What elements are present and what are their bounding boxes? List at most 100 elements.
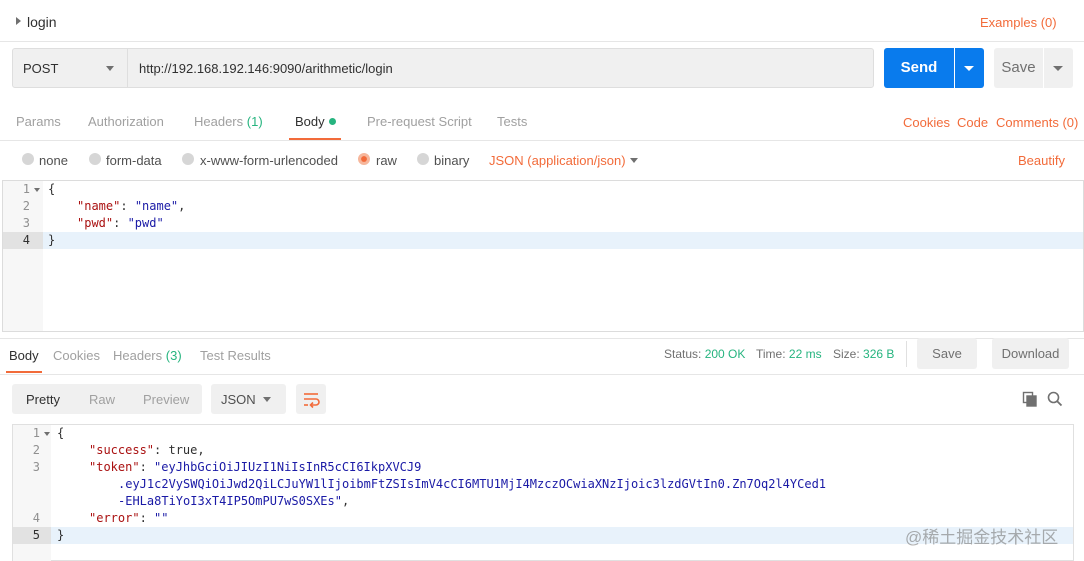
time-label: Time:: [756, 347, 786, 361]
line-number: 4: [32, 511, 40, 525]
code-link[interactable]: Code: [957, 115, 988, 130]
wrap-lines-button[interactable]: [296, 384, 326, 414]
json-sep: :: [113, 216, 128, 230]
method-label: POST: [23, 61, 59, 76]
json-sep: ,: [341, 494, 350, 508]
response-tab-headers-label: Headers: [113, 348, 163, 363]
line-number: 2: [22, 199, 30, 213]
response-tab-cookies[interactable]: Cookies: [53, 348, 100, 363]
divider: [0, 374, 1084, 375]
body-indicator-dot: [329, 118, 336, 125]
size-value: 326 B: [863, 347, 895, 361]
code-line: "name": "name",: [77, 199, 185, 213]
radio-form-data-label: form-data: [106, 153, 162, 168]
status-label: Status:: [664, 347, 702, 361]
code-line-wrapped: .eyJ1c2VySWQiOiJwd2QiLCJuYW1lIjoibmFtZSI…: [118, 477, 827, 491]
code-line-wrapped: -EHLa8TiYoI3xT4IP5OmPU7wS0SXEs",: [118, 494, 349, 508]
tab-body[interactable]: Body: [295, 114, 325, 129]
response-tab-body[interactable]: Body: [9, 348, 39, 363]
code-line: "token": "eyJhbGciOiJIUzI1NiIsInR5cCI6Ik…: [89, 460, 421, 474]
tab-prerequest-script[interactable]: Pre-request Script: [367, 114, 472, 129]
line-number: 4: [22, 233, 30, 247]
fold-arrow-icon[interactable]: [44, 432, 50, 436]
status-value: 200 OK: [704, 347, 746, 361]
line-number: 1: [32, 426, 40, 440]
copy-icon[interactable]: [1022, 391, 1038, 410]
chevron-down-icon: [263, 397, 271, 402]
code-line: "error": "": [89, 511, 168, 525]
json-sep: ,: [178, 199, 186, 213]
divider: [0, 41, 1084, 42]
save-button[interactable]: Save: [994, 48, 1043, 88]
radio-raw-label: raw: [376, 153, 397, 168]
size-label: Size:: [833, 347, 860, 361]
view-preview-button[interactable]: Preview: [143, 392, 189, 407]
code-line: {: [57, 426, 65, 440]
json-sep: :: [139, 460, 155, 474]
json-sep: :: [120, 199, 135, 213]
beautify-link[interactable]: Beautify: [1018, 153, 1065, 168]
request-name[interactable]: login: [27, 14, 57, 30]
comments-link[interactable]: Comments (0): [996, 115, 1078, 130]
cookies-link[interactable]: Cookies: [903, 115, 950, 130]
code-line: "pwd": "pwd": [77, 216, 164, 230]
line-number: 3: [32, 460, 40, 474]
chevron-down-icon: [630, 158, 638, 163]
time-value: 22 ms: [788, 347, 822, 361]
radio-binary[interactable]: [417, 153, 429, 165]
code-line: }: [57, 528, 65, 542]
view-raw-button[interactable]: Raw: [89, 392, 115, 407]
tab-authorization[interactable]: Authorization: [88, 114, 164, 129]
divider: [0, 140, 1084, 141]
chevron-down-icon: [1053, 66, 1063, 71]
tab-params[interactable]: Params: [16, 114, 61, 129]
send-button[interactable]: Send: [884, 48, 954, 88]
download-button[interactable]: Download: [992, 338, 1069, 369]
code-line: }: [48, 233, 56, 247]
chevron-down-icon: [106, 66, 114, 71]
response-tab-headers[interactable]: Headers (3): [113, 348, 182, 363]
active-tab-underline: [6, 371, 42, 373]
radio-binary-label: binary: [434, 153, 470, 168]
status-readout: Status: 200 OK: [664, 347, 745, 361]
headers-count: (3): [165, 348, 182, 363]
search-icon[interactable]: [1047, 391, 1063, 410]
headers-count: (1): [246, 114, 263, 129]
radio-urlencoded[interactable]: [182, 153, 194, 165]
divider: [906, 341, 907, 367]
tab-headers[interactable]: Headers (1): [194, 114, 263, 129]
radio-form-data[interactable]: [89, 153, 101, 165]
json-string: "eyJhbGciOiJIUzI1NiIsInR5cCI6IkpXVCJ9: [154, 460, 422, 474]
json-key: "name": [77, 199, 121, 213]
json-string: "": [154, 511, 169, 525]
save-response-button[interactable]: Save: [917, 338, 977, 369]
chevron-down-icon: [964, 66, 974, 71]
json-key: "error": [89, 511, 140, 525]
url-value: http://192.168.192.146:9090/arithmetic/l…: [139, 61, 393, 76]
examples-dropdown[interactable]: Examples (0): [980, 15, 1057, 30]
collapse-arrow-icon[interactable]: [16, 17, 21, 25]
response-tab-test-results[interactable]: Test Results: [200, 348, 271, 363]
line-number: 3: [22, 216, 30, 230]
fold-arrow-icon[interactable]: [34, 188, 40, 192]
json-key: "token": [89, 460, 140, 474]
size-readout: Size: 326 B: [833, 347, 894, 361]
view-pretty-button[interactable]: Pretty: [26, 392, 60, 407]
json-key: "pwd": [77, 216, 114, 230]
code-line: {: [48, 182, 56, 196]
line-number: 5: [32, 528, 40, 542]
tab-tests[interactable]: Tests: [497, 114, 527, 129]
json-key: "success": [89, 443, 155, 457]
json-string: "pwd": [127, 216, 164, 230]
content-type-select[interactable]: JSON (application/json): [489, 153, 626, 168]
format-label: JSON: [221, 392, 256, 407]
active-line-highlight: [43, 232, 1083, 249]
time-readout: Time: 22 ms: [756, 347, 822, 361]
code-line: "success": true,: [89, 443, 205, 457]
wrap-lines-icon: [304, 393, 320, 409]
line-number: 2: [32, 443, 40, 457]
radio-raw[interactable]: [358, 153, 370, 165]
json-value: : true,: [154, 443, 205, 457]
request-title-bar: [0, 0, 1084, 42]
radio-none[interactable]: [22, 153, 34, 165]
